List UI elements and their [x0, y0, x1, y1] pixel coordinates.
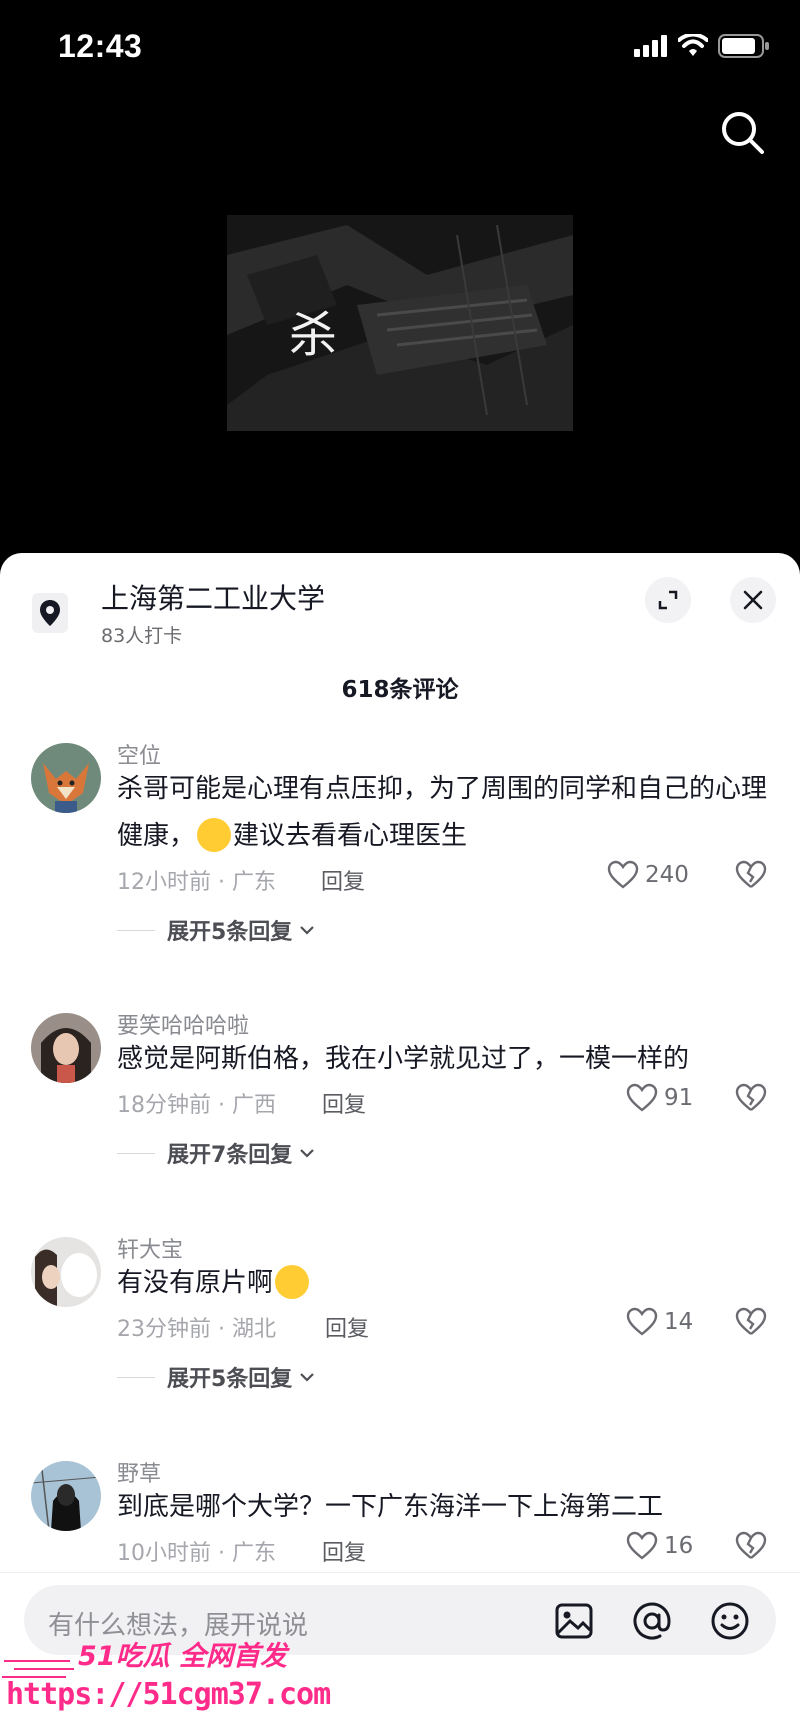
dislike-button[interactable]	[735, 1083, 767, 1117]
avatar[interactable]	[31, 1237, 101, 1307]
expand-replies-button[interactable]: 展开5条回复	[117, 1361, 316, 1393]
expand-replies-button[interactable]: 展开5条回复	[117, 914, 316, 946]
wifi-icon	[678, 34, 708, 56]
like-button[interactable]: 91	[626, 1083, 693, 1113]
location-checkins: 83人打卡	[101, 625, 183, 647]
video-area[interactable]: 杀	[0, 100, 800, 555]
crying-emoji-icon	[275, 1264, 310, 1299]
status-icons	[634, 34, 770, 58]
image-icon[interactable]	[552, 1599, 596, 1643]
location-badge[interactable]	[32, 593, 68, 633]
dislike-button[interactable]	[735, 1307, 767, 1341]
watermark-title: 51吃瓜 全网首发	[78, 1641, 287, 1672]
video-overlay-text: 杀	[289, 307, 338, 363]
chevron-down-icon	[300, 1149, 315, 1158]
thumbnail-texture	[227, 215, 573, 431]
like-button[interactable]: 240	[607, 860, 689, 890]
expand-button[interactable]	[645, 577, 691, 623]
video-thumbnail[interactable]: 杀	[227, 215, 573, 431]
divider	[117, 1152, 155, 1154]
location-pin-icon	[40, 600, 60, 626]
mention-icon[interactable]	[630, 1599, 674, 1643]
chevron-down-icon	[300, 1373, 315, 1382]
avatar[interactable]	[31, 743, 101, 813]
heart-icon	[626, 1083, 658, 1112]
comment-time-location: 23分钟前 · 湖北	[117, 1317, 276, 1342]
close-icon	[743, 590, 763, 610]
broken-heart-icon	[735, 1531, 767, 1559]
heart-icon	[607, 860, 639, 889]
comment-time-location: 10小时前 · 广东	[117, 1541, 276, 1566]
status-bar: 12:43	[0, 0, 800, 100]
dislike-button[interactable]	[735, 860, 767, 894]
expand-replies-label: 展开5条回复	[167, 920, 293, 945]
battery-icon	[718, 34, 769, 58]
expand-replies-label: 展开5条回复	[167, 1367, 293, 1392]
broken-heart-icon	[735, 1083, 767, 1111]
comment-text: 有没有原片啊	[117, 1260, 777, 1307]
reply-button[interactable]: 回复	[321, 864, 365, 896]
like-count: 240	[645, 862, 689, 888]
comment-sheet: 上海第二工业大学 83人打卡 618条评论 空位 杀哥可能是心理有点压抑，为了周…	[0, 553, 800, 1731]
reply-button[interactable]: 回复	[325, 1311, 369, 1343]
signal-icon	[634, 35, 667, 57]
chevron-down-icon	[300, 926, 315, 935]
comment-text: 到底是哪个大学？一下广东海洋一下上海第二工	[117, 1492, 664, 1522]
watermark-url: https://51cgm37.com	[6, 1677, 331, 1712]
like-count: 16	[664, 1533, 694, 1559]
broken-heart-icon	[735, 1307, 767, 1335]
divider	[117, 1376, 155, 1378]
location-title[interactable]: 上海第二工业大学	[101, 577, 325, 617]
emoji-icon[interactable]	[708, 1599, 752, 1643]
like-count: 91	[664, 1085, 694, 1111]
avatar-image	[31, 1013, 101, 1083]
avatar-image	[31, 1237, 101, 1307]
like-button[interactable]: 16	[626, 1531, 693, 1561]
reply-button[interactable]: 回复	[322, 1535, 366, 1567]
comment-time-location: 18分钟前 · 广西	[117, 1093, 276, 1118]
close-button[interactable]	[730, 577, 776, 623]
reply-button[interactable]: 回复	[322, 1087, 366, 1119]
avatar-image	[31, 1461, 101, 1531]
expand-icon	[658, 590, 678, 610]
search-icon	[722, 112, 764, 154]
comment-time-location: 12小时前 · 广东	[117, 870, 276, 895]
expand-replies-button[interactable]: 展开7条回复	[117, 1137, 316, 1169]
dislike-button[interactable]	[735, 1531, 767, 1565]
comment-text: 感觉是阿斯伯格，我在小学就见过了，一模一样的	[117, 1044, 690, 1074]
comment-text-part: 建议去看看心理医生	[233, 821, 468, 851]
laughing-crying-emoji-icon	[197, 817, 232, 852]
heart-icon	[626, 1307, 658, 1336]
comment-text-part: 有没有原片啊	[117, 1268, 274, 1298]
search-button[interactable]	[718, 108, 768, 158]
heart-icon	[626, 1531, 658, 1560]
avatar[interactable]	[31, 1461, 101, 1531]
like-count: 14	[664, 1309, 694, 1335]
watermark: 51吃瓜 全网首发 https://51cgm37.com	[0, 1627, 331, 1731]
like-button[interactable]: 14	[626, 1307, 693, 1337]
comment-text: 杀哥可能是心理有点压抑，为了周围的同学和自己的心理健康， 建议去看看心理医生	[117, 766, 777, 860]
avatar[interactable]	[31, 1013, 101, 1083]
expand-replies-label: 展开7条回复	[167, 1143, 293, 1168]
comment-count: 618条评论	[341, 677, 459, 703]
broken-heart-icon	[735, 860, 767, 888]
divider	[117, 929, 155, 931]
avatar-image	[31, 743, 101, 813]
status-time: 12:43	[58, 28, 143, 64]
